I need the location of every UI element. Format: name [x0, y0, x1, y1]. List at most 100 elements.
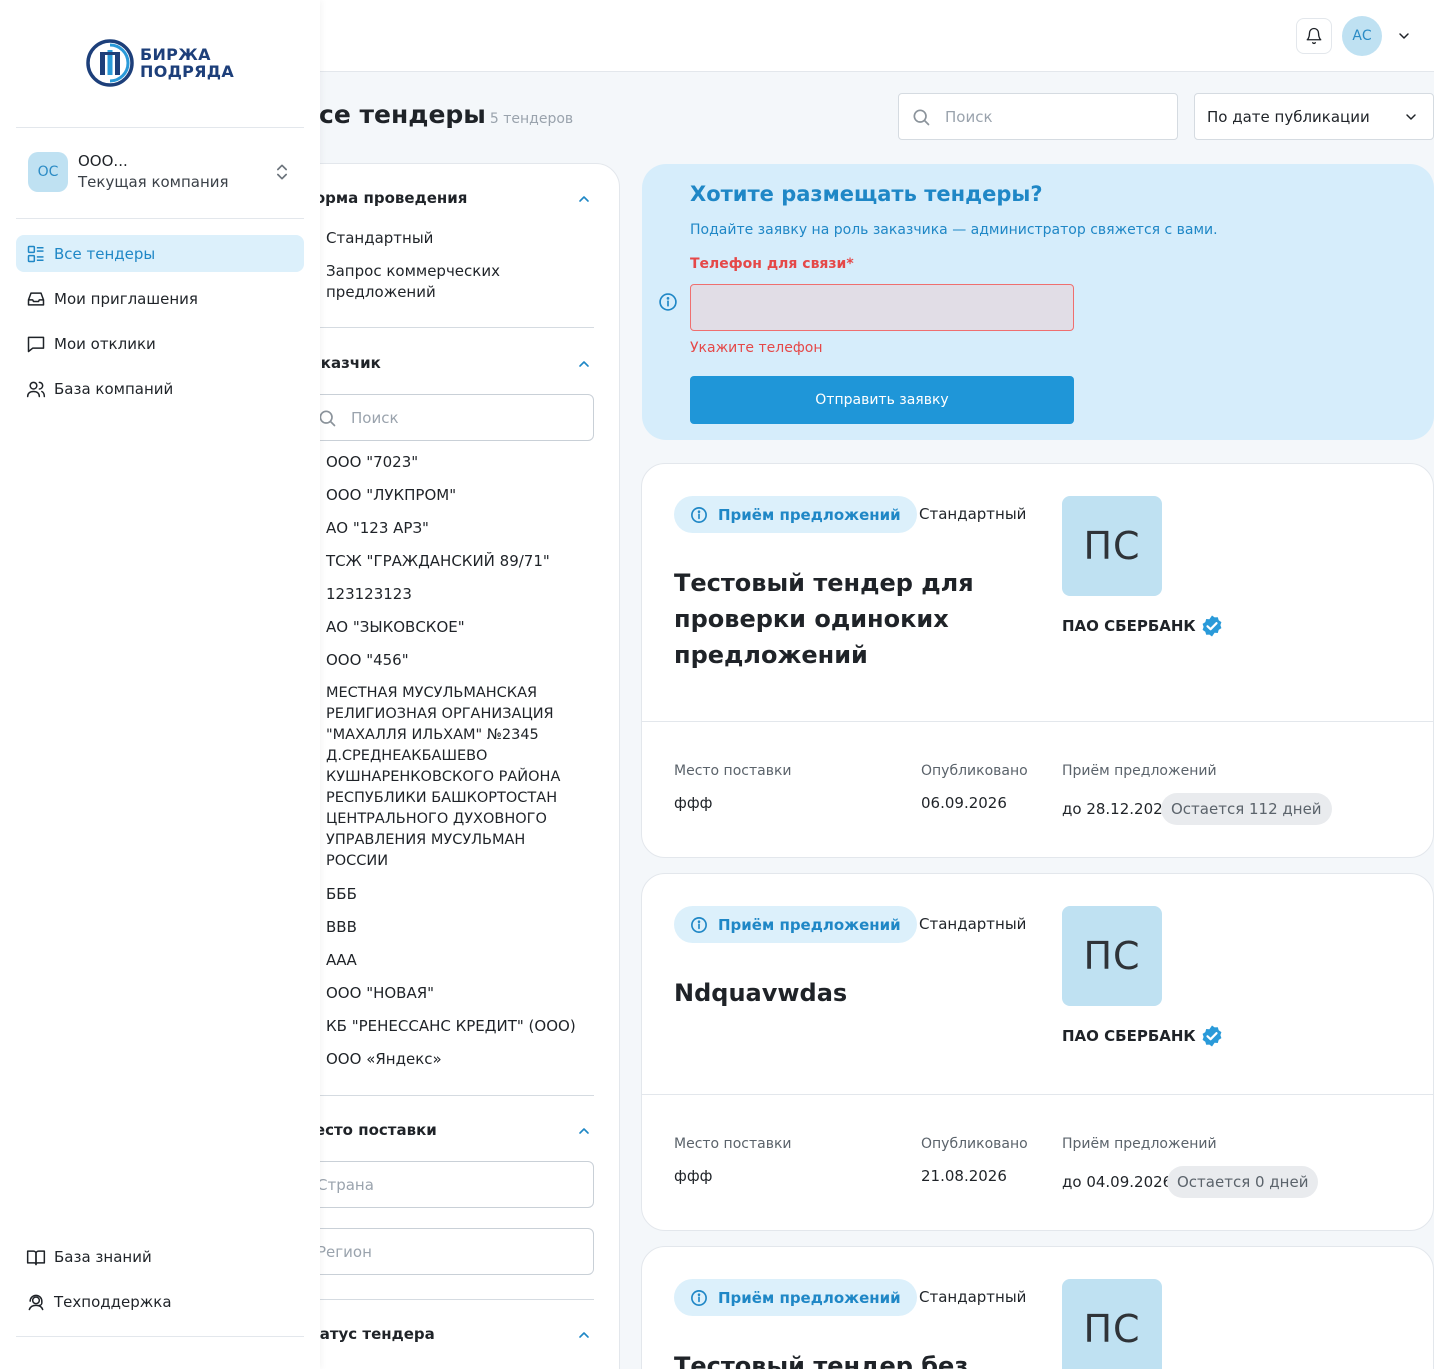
brand-name-line1: БИРЖА	[140, 45, 211, 64]
org-avatar: ПС	[1062, 906, 1162, 1006]
deadline-value: до 28.12.2026	[1062, 800, 1173, 818]
sidebar-divider	[16, 1336, 304, 1337]
deadline-label: Приём предложений	[1062, 763, 1217, 779]
tender-type: Стандартный	[919, 1288, 1027, 1306]
place-label: Место поставки	[674, 1136, 792, 1152]
company-switcher[interactable]: ОС ООО... Текущая компания	[16, 140, 304, 204]
tender-card[interactable]: Приём предложений Стандартный Тестовый т…	[641, 463, 1434, 858]
sidebar-item-my-responses[interactable]: Мои отклики	[16, 325, 304, 362]
customer-option[interactable]: ООО "7023"	[326, 452, 576, 473]
sidebar-item-support[interactable]: Техподдержка	[16, 1283, 304, 1320]
deadline-value: до 04.09.2026	[1062, 1173, 1173, 1191]
user-menu-chevron[interactable]	[1394, 26, 1414, 46]
sidebar-item-label: Мои приглашения	[54, 289, 198, 308]
tender-title[interactable]: Тестовый тендер для проверки одиноких пр…	[674, 565, 1004, 673]
submit-application-button[interactable]: Отправить заявку	[690, 376, 1074, 424]
org-name[interactable]: ПАО СБЕРБАНК	[1062, 614, 1224, 638]
sort-value: По дате публикации	[1207, 107, 1370, 126]
tender-title[interactable]: Ndquavwdas	[674, 975, 1004, 1011]
filter-status-toggle[interactable]	[574, 1325, 594, 1345]
chevron-up-icon	[579, 361, 589, 367]
customer-option[interactable]: ООО "456"	[326, 650, 576, 671]
tender-search[interactable]	[898, 93, 1178, 140]
sidebar-item-knowledge-base[interactable]: База знаний	[16, 1238, 304, 1275]
place-label: Место поставки	[674, 763, 792, 779]
sidebar-item-my-invitations[interactable]: Мои приглашения	[16, 280, 304, 317]
status-label: Приём предложений	[718, 915, 901, 934]
search-input[interactable]	[945, 107, 1145, 126]
remaining-days-badge: Остается 112 дней	[1161, 793, 1332, 825]
chevron-down-icon	[1399, 33, 1409, 39]
customer-option[interactable]: АО "ЗЫКОВСКОЕ"	[326, 617, 576, 638]
filter-form-title: Форма проведения	[300, 189, 468, 207]
place-value: ффф	[674, 794, 713, 812]
customer-option[interactable]: ООО "НОВАЯ"	[326, 983, 576, 1004]
inbox-icon	[27, 291, 45, 306]
customer-option[interactable]: МЕСТНАЯ МУСУЛЬМАНСКАЯ РЕЛИГИОЗНАЯ ОРГАНИ…	[326, 683, 578, 872]
deadline-label: Приём предложений	[1062, 1136, 1217, 1152]
org-name[interactable]: ПАО СБЕРБАНК	[1062, 1024, 1224, 1048]
customer-option[interactable]: КБ "РЕНЕССАНС КРЕДИТ" (ООО)	[326, 1016, 576, 1037]
tender-card[interactable]: Приём предложений Стандартный Ndquavwdas…	[641, 873, 1434, 1231]
bell-icon	[1306, 27, 1322, 45]
filter-customer-toggle[interactable]	[574, 354, 594, 374]
customer-option[interactable]: ООО "ЛУКПРОМ"	[326, 485, 576, 506]
customer-option[interactable]: АО "123 АРЗ"	[326, 518, 576, 539]
list-grid-icon	[27, 245, 44, 262]
info-icon	[691, 1289, 707, 1306]
brand-logo[interactable]: БИРЖА ПОДРЯДА	[86, 39, 234, 87]
published-label: Опубликовано	[921, 1136, 1028, 1152]
filter-place-title: Место поставки	[300, 1121, 437, 1139]
sidebar-item-label: База знаний	[54, 1247, 152, 1266]
filter-form-option[interactable]: Стандартный	[326, 228, 576, 249]
filter-divider	[320, 1095, 594, 1096]
customer-search[interactable]	[300, 394, 594, 441]
filter-status-title: Статус тендера	[300, 1325, 435, 1343]
sidebar-divider	[16, 218, 304, 219]
sidebar-item-label: Мои отклики	[54, 334, 156, 353]
org-avatar: ПС	[1062, 496, 1162, 596]
region-input[interactable]	[317, 1242, 517, 1261]
users-icon	[26, 381, 46, 397]
phone-input[interactable]	[691, 285, 1073, 330]
customer-option[interactable]: ВВВ	[326, 917, 576, 938]
phone-label: Телефон для связи*	[690, 256, 854, 272]
filter-divider	[320, 327, 594, 328]
sidebar-item-label: Все тендеры	[54, 244, 156, 263]
customer-option[interactable]: ТСЖ "ГРАЖДАНСКИЙ 89/71"	[326, 551, 576, 572]
user-avatar[interactable]: АС	[1342, 16, 1382, 56]
region-field[interactable]	[300, 1228, 594, 1275]
filter-form-option[interactable]: Запрос коммерческих предложений	[326, 261, 576, 303]
org-name-text: ПАО СБЕРБАНК	[1062, 617, 1196, 635]
chevron-updown-icon	[277, 164, 287, 180]
info-icon[interactable]	[658, 292, 678, 312]
card-divider	[642, 1094, 1433, 1095]
filter-divider	[320, 1299, 594, 1300]
sidebar-divider	[16, 127, 304, 128]
company-name: ООО...	[78, 152, 128, 170]
promo-title: Хотите размещать тендеры?	[690, 182, 1043, 206]
tender-title[interactable]: Тестовый тендер без	[674, 1348, 1074, 1369]
filter-form-toggle[interactable]	[574, 189, 594, 209]
status-label: Приём предложений	[718, 505, 901, 524]
phone-field[interactable]	[690, 284, 1074, 331]
published-label: Опубликовано	[921, 763, 1028, 779]
info-icon	[691, 506, 707, 523]
tender-card[interactable]: Приём предложений Стандартный Тестовый т…	[641, 1246, 1434, 1369]
sidebar-item-companies[interactable]: База компаний	[16, 370, 304, 407]
notifications-button[interactable]	[1296, 18, 1332, 54]
chevron-up-icon	[579, 196, 589, 202]
country-field[interactable]	[300, 1161, 594, 1208]
phone-error: Укажите телефон	[690, 340, 823, 356]
status-badge: Приём предложений	[674, 1279, 917, 1316]
country-input[interactable]	[317, 1175, 517, 1194]
sidebar-item-all-tenders[interactable]: Все тендеры	[16, 235, 304, 272]
sort-select[interactable]: По дате публикации	[1194, 93, 1434, 140]
customer-option[interactable]: 123123123	[326, 584, 576, 605]
customer-search-input[interactable]	[351, 408, 551, 427]
customer-option[interactable]: БББ	[326, 884, 576, 905]
info-icon	[691, 916, 707, 933]
customer-option[interactable]: ААА	[326, 950, 576, 971]
filter-place-toggle[interactable]	[574, 1121, 594, 1141]
customer-option[interactable]: ООО «Яндекс»	[326, 1049, 576, 1070]
